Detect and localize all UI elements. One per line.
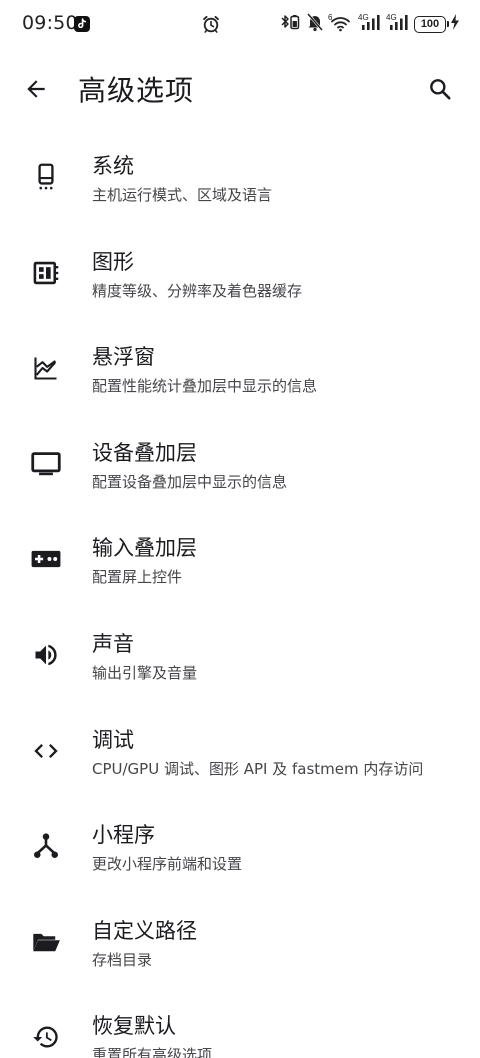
wifi-icon: 6 xyxy=(328,12,354,36)
page-title: 高级选项 xyxy=(78,74,195,107)
search-button[interactable] xyxy=(418,67,462,111)
charging-icon xyxy=(450,13,460,35)
svg-text:4G: 4G xyxy=(386,13,397,22)
item-title: 系统 xyxy=(92,154,134,178)
screen: 09:50 6 4G 4G 100 高级选项 系统 主机运行模式、区域及语言 图… xyxy=(0,0,480,1058)
settings-item-system[interactable]: 系统 主机运行模式、区域及语言 xyxy=(0,128,480,224)
folder-icon xyxy=(30,926,62,958)
arrow-back-icon xyxy=(27,80,45,98)
bluetooth-battery-icon xyxy=(280,12,302,36)
item-subtitle: 配置屏上控件 xyxy=(92,568,183,587)
item-subtitle: 存档目录 xyxy=(92,950,153,969)
status-icons: 6 4G 4G 100 xyxy=(280,13,460,35)
item-title: 小程序 xyxy=(92,823,155,848)
chip-icon xyxy=(30,257,62,289)
item-subtitle: 更改小程序前端和设置 xyxy=(92,855,243,874)
item-title: 图形 xyxy=(92,249,134,274)
battery-indicator: 100 xyxy=(414,15,449,33)
settings-item-applets[interactable]: 小程序 更改小程序前端和设置 xyxy=(0,797,480,893)
hub-icon xyxy=(30,830,62,862)
item-subtitle: 配置性能统计叠加层中显示的信息 xyxy=(92,377,318,396)
settings-item-custom-paths[interactable]: 自定义路径 存档目录 xyxy=(0,893,480,989)
item-title: 调试 xyxy=(92,727,134,752)
mute-icon xyxy=(306,12,324,36)
item-subtitle: 精度等级、分辨率及着色器缓存 xyxy=(92,281,303,300)
code-icon xyxy=(30,735,62,767)
item-title: 恢复默认 xyxy=(92,1014,176,1039)
settings-item-debug[interactable]: 调试 CPU/GPU 调试、图形 API 及 fastmem 内存访问 xyxy=(0,702,480,798)
settings-item-device-overlay[interactable]: 设备叠加层 配置设备叠加层中显示的信息 xyxy=(0,415,480,511)
item-subtitle: 主机运行模式、区域及语言 xyxy=(92,186,273,204)
settings-item-reset[interactable]: 恢复默认 重置所有高级选项 xyxy=(0,988,480,1058)
item-title: 悬浮窗 xyxy=(92,345,155,370)
speaker-icon xyxy=(30,639,62,671)
phone-icon xyxy=(30,161,62,193)
settings-item-graphics[interactable]: 图形 精度等级、分辨率及着色器缓存 xyxy=(0,224,480,320)
item-title: 设备叠加层 xyxy=(92,440,197,465)
alarm-icon xyxy=(201,14,221,38)
settings-list: 系统 主机运行模式、区域及语言 图形 精度等级、分辨率及着色器缓存 悬浮窗 配置… xyxy=(0,128,480,1058)
item-subtitle: 输出引擎及音量 xyxy=(92,663,198,682)
settings-item-input-overlay[interactable]: 输入叠加层 配置屏上控件 xyxy=(0,510,480,606)
item-title: 输入叠加层 xyxy=(92,536,197,561)
search-icon xyxy=(430,79,451,100)
gamepad-icon xyxy=(30,543,62,575)
item-subtitle: CPU/GPU 调试、图形 API 及 fastmem 内存访问 xyxy=(92,759,424,778)
back-button[interactable] xyxy=(14,67,58,111)
tiktok-icon xyxy=(74,16,90,32)
restore-icon xyxy=(30,1021,62,1053)
signal-4g-icon: 4G xyxy=(358,12,382,36)
status-bar: 09:50 6 4G 4G 100 xyxy=(0,0,480,50)
item-subtitle: 重置所有高级选项 xyxy=(92,1046,213,1058)
item-subtitle: 配置设备叠加层中显示的信息 xyxy=(92,472,288,491)
status-time: 09:50 xyxy=(22,12,78,34)
settings-item-audio[interactable]: 声音 输出引擎及音量 xyxy=(0,606,480,702)
monitor-icon xyxy=(30,448,62,480)
chart-icon xyxy=(30,352,62,384)
item-title: 自定义路径 xyxy=(92,918,197,943)
signal-4g-icon-2: 4G xyxy=(386,12,410,36)
settings-item-overlay[interactable]: 悬浮窗 配置性能统计叠加层中显示的信息 xyxy=(0,319,480,415)
item-title: 声音 xyxy=(92,631,134,656)
svg-text:4G: 4G xyxy=(358,13,369,22)
app-bar: 高级选项 xyxy=(0,50,480,128)
